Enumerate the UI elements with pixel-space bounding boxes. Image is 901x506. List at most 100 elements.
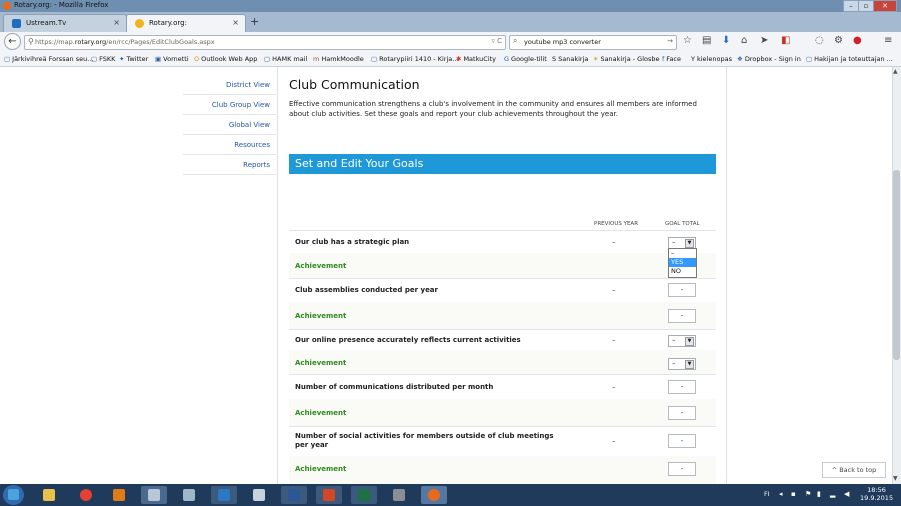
- bookmark-item[interactable]: ▢ Järkivihreä Forssan seu...: [4, 55, 93, 63]
- previous-value: –: [612, 437, 616, 445]
- taskbar-chrome[interactable]: [73, 486, 99, 504]
- bookmark-item[interactable]: m HamkMoodle: [313, 55, 364, 63]
- signal-icon[interactable]: ▂: [830, 490, 835, 498]
- chrome-icon: [80, 489, 92, 501]
- clipboard-icon[interactable]: ▤: [702, 35, 711, 46]
- back-button[interactable]: ←: [4, 33, 21, 50]
- reload-button[interactable]: ▿ C: [491, 37, 502, 45]
- taskbar-outlook[interactable]: [211, 486, 237, 504]
- taskbar-firefox[interactable]: [421, 486, 447, 504]
- language-indicator[interactable]: FI: [764, 490, 770, 498]
- gear-icon[interactable]: ⚙: [834, 35, 843, 46]
- minimize-button[interactable]: –: [843, 0, 859, 12]
- powerpoint-icon: [323, 489, 335, 501]
- taskbar-network[interactable]: [141, 486, 167, 504]
- media-player-icon: [113, 489, 125, 501]
- menu-icon[interactable]: ≡: [884, 35, 892, 46]
- bookmark-item[interactable]: ▢ Hakijan ja toteuttajan ...: [806, 55, 893, 63]
- taskbar-excel[interactable]: [351, 486, 377, 504]
- dropdown-option[interactable]: –: [669, 249, 696, 258]
- clock[interactable]: 18:56 19.9.2015: [860, 486, 893, 502]
- goal-input[interactable]: -: [668, 283, 696, 297]
- taskbar-media-player[interactable]: [106, 486, 132, 504]
- bookmark-item[interactable]: ✶ Sanakirja - Glosbe: [593, 55, 660, 63]
- divider: [183, 134, 276, 135]
- tab-close-button[interactable]: ×: [232, 18, 239, 27]
- bookmark-item[interactable]: f Face: [662, 55, 681, 63]
- abp-icon[interactable]: ●: [853, 35, 862, 46]
- goal-label: Number of communications distributed per…: [295, 383, 494, 391]
- goal-input[interactable]: -: [668, 380, 696, 394]
- achievement-row: [289, 456, 716, 484]
- achievement-label: Achievement: [295, 465, 347, 473]
- bookmark-item[interactable]: ▢ Rotarypiiri 1410 - Kirja...: [371, 55, 458, 63]
- taskbar-powerpoint[interactable]: [316, 486, 342, 504]
- divider: [289, 426, 716, 427]
- back-to-top-button[interactable]: ^ Back to top: [822, 462, 886, 478]
- taskbar-notepad[interactable]: [176, 486, 202, 504]
- scroll-down-icon[interactable]: ▼: [893, 475, 898, 482]
- start-button[interactable]: [3, 485, 24, 505]
- home-icon[interactable]: ⌂: [741, 35, 747, 46]
- achievement-label: Achievement: [295, 262, 347, 270]
- window-titlebar: Rotary.org: - Mozilla Firefox: [0, 0, 901, 12]
- bookmark-item[interactable]: ✱ MatkuCity: [456, 55, 496, 63]
- star-icon[interactable]: ☆: [683, 35, 692, 46]
- achievement-select[interactable]: – ▼: [668, 358, 696, 370]
- tray-expand-icon[interactable]: ◂: [779, 490, 783, 498]
- flag-icon[interactable]: ⚑: [805, 490, 811, 498]
- tab-close-button[interactable]: ×: [113, 18, 120, 27]
- tab-rotary[interactable]: Rotary.org: ×: [126, 14, 246, 33]
- bookmark-item[interactable]: ▢ HAMK mail: [264, 55, 307, 63]
- scroll-up-icon[interactable]: ▲: [893, 68, 898, 75]
- achievement-row: [289, 302, 716, 329]
- achievement-input[interactable]: -: [668, 406, 696, 420]
- windows-icon: [8, 489, 19, 500]
- search-box[interactable]: ⌕ youtube mp3 converter →: [509, 35, 677, 50]
- send-icon[interactable]: ➤: [760, 35, 768, 46]
- search-go-button[interactable]: →: [667, 37, 673, 45]
- taskbar-word[interactable]: [281, 486, 307, 504]
- sidebar-item-global-view[interactable]: Global View: [229, 121, 270, 129]
- bookmark-item[interactable]: ▣ Vornetti: [155, 55, 189, 63]
- close-window-button[interactable]: ✕: [873, 0, 897, 12]
- bookmark-item[interactable]: G Google-tilit: [504, 55, 547, 63]
- goal-select[interactable]: – ▼: [668, 335, 696, 347]
- url-bar[interactable]: ⚲ https://map.rotary.org/en/rcc/Pages/Ed…: [24, 35, 506, 50]
- search-input[interactable]: youtube mp3 converter: [524, 38, 601, 46]
- bookmark-item[interactable]: ❖ Dropbox - Sign in: [737, 55, 801, 63]
- dropdown-option[interactable]: NO: [669, 267, 696, 276]
- maximize-button[interactable]: ▫: [858, 0, 874, 12]
- chat-icon[interactable]: ◌: [815, 35, 824, 46]
- tools-icon: [393, 489, 405, 501]
- sidebar-item-reports[interactable]: Reports: [243, 161, 270, 169]
- achievement-input[interactable]: -: [668, 309, 696, 323]
- sidebar-item-district-view[interactable]: District View: [226, 81, 270, 89]
- select-value: –: [672, 238, 676, 246]
- download-icon[interactable]: ⬇: [722, 35, 730, 46]
- previous-value: –: [612, 336, 616, 344]
- scrollbar-thumb[interactable]: [893, 170, 900, 360]
- bookmark-item[interactable]: S Sanakirja: [552, 55, 588, 63]
- bookmark-item[interactable]: ✦ Twitter: [119, 55, 148, 63]
- bookmark-item[interactable]: O Outlook Web App: [194, 55, 257, 63]
- pocket-icon[interactable]: ◧: [781, 35, 790, 46]
- sidebar-item-club-group-view[interactable]: Club Group View: [212, 101, 270, 109]
- volume-icon[interactable]: ◀: [844, 490, 849, 498]
- tab-ustream[interactable]: Ustream.Tv ×: [3, 14, 127, 33]
- divider: [183, 174, 276, 175]
- new-tab-button[interactable]: +: [250, 15, 259, 28]
- goal-input[interactable]: -: [668, 434, 696, 448]
- taskbar-explorer[interactable]: [36, 486, 62, 504]
- bookmark-item[interactable]: Ykielenopas: [691, 55, 732, 63]
- tray-icon[interactable]: ▪: [791, 490, 796, 498]
- word-icon: [288, 489, 300, 501]
- bookmark-item[interactable]: ▢ FSKK: [91, 55, 115, 63]
- battery-icon[interactable]: ▮: [817, 490, 821, 498]
- achievement-input[interactable]: -: [668, 462, 696, 476]
- network-icon: [148, 489, 160, 501]
- dropdown-option[interactable]: YES: [669, 258, 696, 267]
- sidebar-item-resources[interactable]: Resources: [234, 141, 270, 149]
- taskbar-tools[interactable]: [386, 486, 412, 504]
- taskbar-files[interactable]: [246, 486, 272, 504]
